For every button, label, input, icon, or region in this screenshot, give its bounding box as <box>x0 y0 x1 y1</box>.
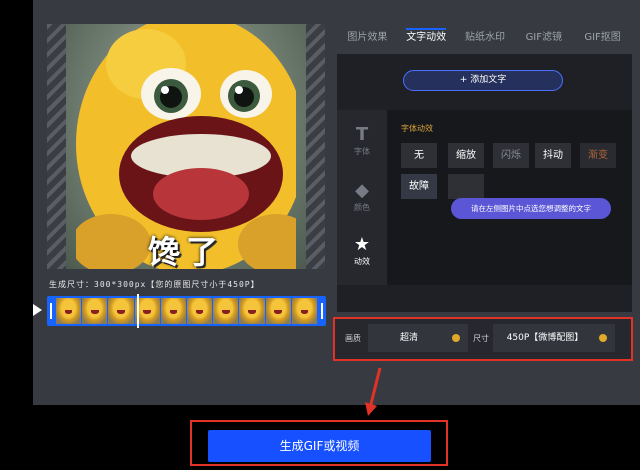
tab-text-animation[interactable]: 文字动效 <box>397 24 456 51</box>
generate-gif-button[interactable]: 生成GIF或视频 <box>208 430 431 462</box>
timeline-frame <box>56 298 82 324</box>
timeline-frame <box>291 298 317 324</box>
add-text-button[interactable]: + 添加文字 <box>403 70 563 91</box>
text-tool-sidebar: T 字体 ◆ 颜色 ★ 动效 <box>337 110 387 285</box>
play-icon[interactable] <box>33 304 42 316</box>
pointer-arrow-icon <box>365 367 382 416</box>
preview-image[interactable]: 馋了 <box>66 24 306 269</box>
tool-color[interactable]: ◆ 颜色 <box>337 180 387 213</box>
output-size-note: 生成尺寸：300*300px【您的原图尺寸小于450P】 <box>49 280 260 289</box>
tab-gif-filter[interactable]: GIF滤镜 <box>514 24 573 51</box>
quality-label: 画质 <box>345 334 361 343</box>
quality-select[interactable]: 超清 <box>368 324 468 352</box>
tab-gif-cutout[interactable]: GIF抠图 <box>573 24 632 51</box>
timeline-frame <box>265 298 291 324</box>
tool-animation[interactable]: ★ 动效 <box>337 234 387 267</box>
effect-zoom-button[interactable]: 缩放 <box>448 143 484 168</box>
tab-sticker-watermark[interactable]: 贴纸水印 <box>456 24 515 51</box>
font-icon: T <box>355 124 369 145</box>
premium-badge-icon <box>452 334 460 342</box>
timeline-frame <box>239 298 265 324</box>
timeline-playhead[interactable] <box>137 294 139 328</box>
timeline-end-handle[interactable] <box>321 303 323 319</box>
star-icon: ★ <box>353 234 371 255</box>
timeline-start-handle[interactable] <box>50 303 52 319</box>
size-label: 尺寸 <box>473 334 489 343</box>
tab-image-effects[interactable]: 图片效果 <box>338 24 397 51</box>
frame-timeline[interactable] <box>47 294 326 328</box>
effect-gradient-button[interactable]: 渐变 <box>580 143 616 168</box>
effect-tabs: 图片效果 文字动效 贴纸水印 GIF滤镜 GIF抠图 <box>338 24 632 51</box>
timeline-frames <box>56 298 317 324</box>
effect-shake-button[interactable]: 抖动 <box>535 143 571 168</box>
premium-badge-icon <box>599 334 607 342</box>
timeline-frame <box>187 298 213 324</box>
text-effects-panel: + 添加文字 T 字体 ◆ 颜色 ★ 动效 字体动效 无 缩放 闪烁 抖动 渐变… <box>337 54 632 312</box>
timeline-frame <box>213 298 239 324</box>
effect-blink-button[interactable]: 闪烁 <box>493 143 529 168</box>
effect-none-button[interactable]: 无 <box>401 143 437 168</box>
effects-area: 字体动效 无 缩放 闪烁 抖动 渐变 故障 请在左侧图片中点选您想调整的文字 <box>387 110 632 285</box>
size-select[interactable]: 450P【微博配图】 <box>493 324 615 352</box>
preview-caption-text[interactable]: 馋了 <box>66 227 306 269</box>
timeline-frame <box>160 298 187 324</box>
timeline-frame <box>82 298 108 324</box>
preview-canvas[interactable]: 馋了 <box>47 24 325 269</box>
paint-bucket-icon: ◆ <box>355 180 369 201</box>
effect-extra-button[interactable] <box>448 174 484 199</box>
output-settings-bar: 画质 超清 尺寸 450P【微博配图】 <box>333 317 633 361</box>
select-text-hint: 请在左侧图片中点选您想调整的文字 <box>451 198 611 219</box>
effect-glitch-button[interactable]: 故障 <box>401 174 437 199</box>
tool-font[interactable]: T 字体 <box>337 124 387 157</box>
timeline-frame <box>108 298 134 324</box>
effects-title: 字体动效 <box>401 124 433 133</box>
